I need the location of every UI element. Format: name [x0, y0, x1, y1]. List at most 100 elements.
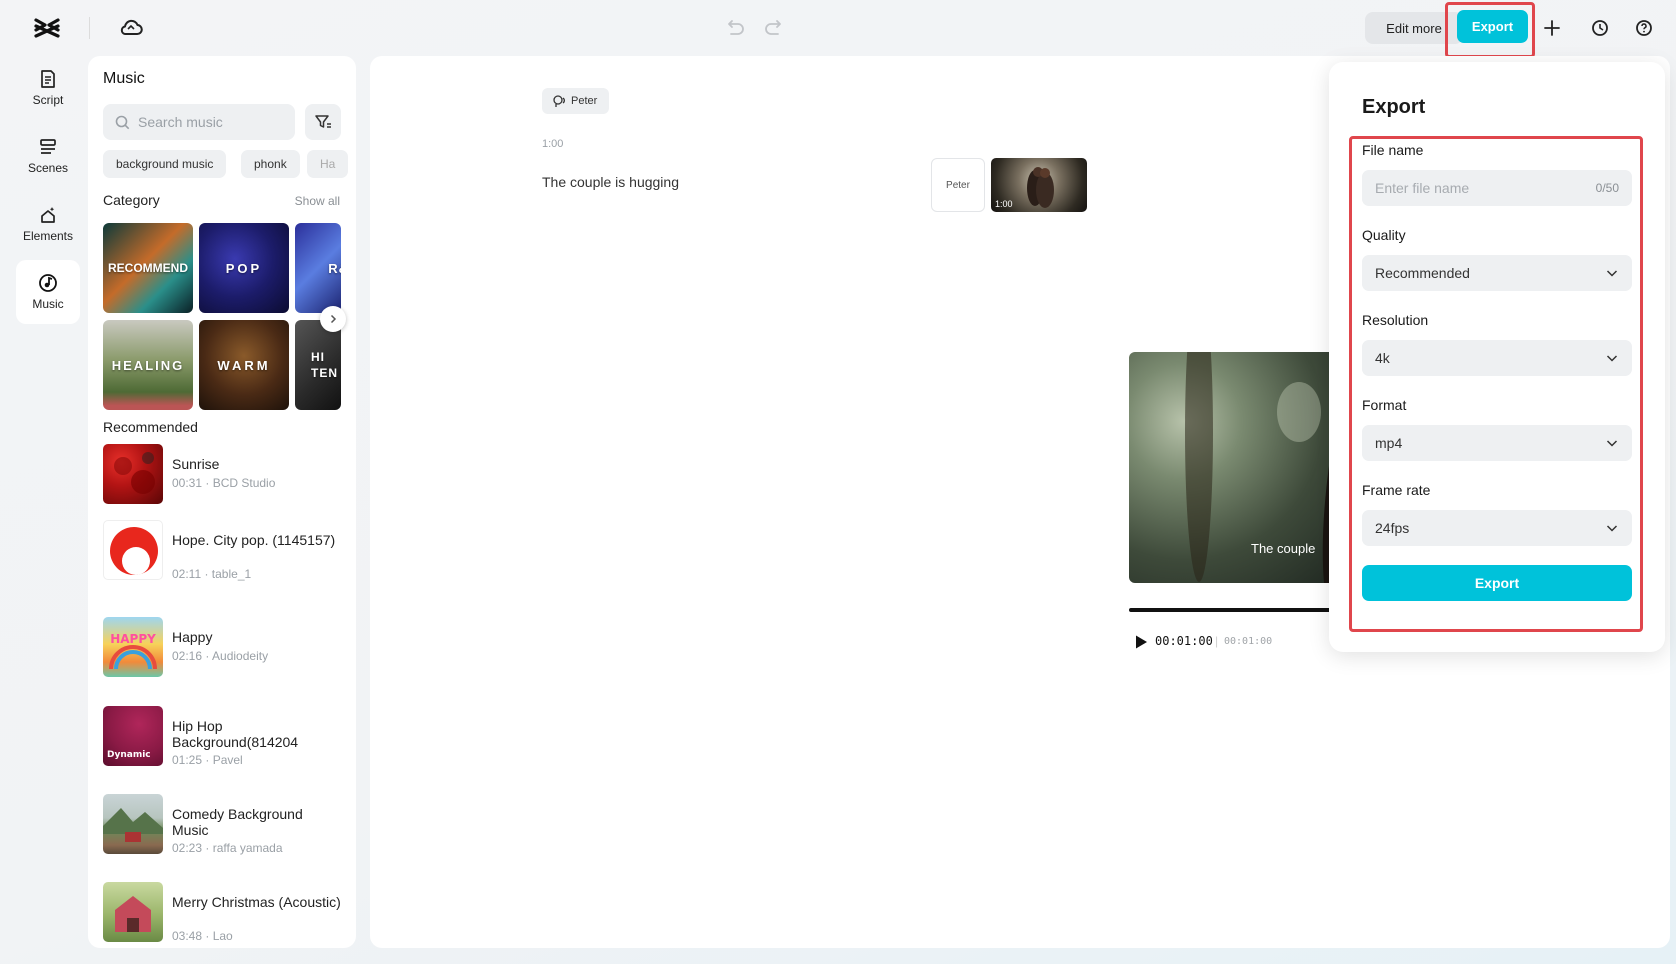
category-heading: Category	[103, 192, 160, 208]
category-label: WARM	[217, 357, 271, 373]
video-preview[interactable]: The couple	[1129, 352, 1349, 583]
quality-select[interactable]: Recommended	[1362, 255, 1632, 291]
track-name: Happy	[172, 629, 213, 645]
rail-item-elements[interactable]: Elements	[16, 192, 80, 256]
filter-button[interactable]	[305, 104, 341, 140]
chip-background-music[interactable]: background music	[103, 150, 227, 178]
rail-label: Music	[32, 297, 64, 311]
track-thumbnail	[103, 882, 163, 942]
track-thumbnail	[103, 444, 163, 504]
resolution-select[interactable]: 4k	[1362, 340, 1632, 376]
frame-rate-label: Frame rate	[1362, 482, 1431, 498]
speaker-tag[interactable]: Peter	[542, 88, 610, 114]
track-item[interactable]: HAPPY Happy 02:16 · Audiodeity	[103, 617, 343, 681]
rail-label: Elements	[22, 229, 74, 243]
chevron-right-icon[interactable]	[320, 306, 346, 332]
track-name: Merry Christmas (Acoustic)	[172, 894, 341, 910]
quality-label: Quality	[1362, 227, 1406, 243]
search-input[interactable]	[138, 114, 278, 130]
search-box[interactable]	[103, 104, 295, 140]
quality-value: Recommended	[1375, 265, 1470, 281]
track-item[interactable]: Comedy Background Music 02:23 · raffa ya…	[103, 794, 343, 858]
rail-label: Scenes	[27, 161, 69, 175]
category-label: HI TEN	[311, 350, 338, 380]
music-panel: Music background music phonk Ha Category…	[88, 56, 356, 948]
track-thumbnail: HAPPY	[103, 617, 163, 677]
chevron-down-icon	[1606, 270, 1618, 277]
track-meta: 02:23 · raffa yamada	[172, 841, 283, 855]
track-meta: 02:11 · table_1	[172, 567, 252, 581]
export-form-highlight	[1349, 136, 1643, 632]
rail-item-script[interactable]: Script	[16, 56, 80, 120]
clip-thumbnail[interactable]: 1:00	[991, 158, 1087, 212]
chevron-down-icon	[1606, 355, 1618, 362]
music-icon	[39, 274, 57, 292]
export-confirm-button[interactable]: Export	[1362, 565, 1632, 601]
track-item[interactable]: Dynamic Hip Hop Background(814204 01:25 …	[103, 706, 343, 770]
category-healing[interactable]: HEALING	[103, 320, 193, 410]
category-hi-ten[interactable]: HI TEN	[295, 320, 341, 410]
search-icon	[115, 115, 130, 129]
frame-rate-value: 24fps	[1375, 520, 1410, 536]
current-timecode: 00:01:00	[1155, 634, 1213, 648]
chip-phonk[interactable]: phonk	[241, 150, 300, 178]
category-recommend[interactable]: RECOMMEND	[103, 223, 193, 313]
voice-icon	[553, 95, 565, 107]
category-warm[interactable]: WARM	[199, 320, 289, 410]
track-meta: 00:31 · BCD Studio	[172, 476, 276, 490]
help-icon[interactable]	[1630, 14, 1658, 42]
total-timecode: 00:01:00	[1224, 636, 1273, 647]
category-pop[interactable]: POP	[199, 223, 289, 313]
track-meta: 02:16 · Audiodeity	[172, 649, 269, 663]
file-name-input[interactable]	[1375, 180, 1596, 196]
track-name: Hope. City pop. (1145157)	[172, 532, 336, 548]
playback-progress-bar[interactable]	[1129, 608, 1339, 612]
track-item[interactable]: Sunrise 00:31 · BCD Studio	[103, 444, 343, 508]
dynamic-thumb-text: Dynamic	[107, 750, 151, 760]
track-thumbnail: Dynamic	[103, 706, 163, 766]
frame-rate-select[interactable]: 24fps	[1362, 510, 1632, 546]
panel-title: Music	[103, 70, 145, 87]
undo-icon[interactable]	[721, 15, 747, 41]
category-rb[interactable]: R&	[295, 223, 341, 313]
export-button-highlight	[1445, 2, 1535, 58]
track-meta: 03:48 · Lao	[172, 929, 233, 943]
track-name: Sunrise	[172, 456, 220, 472]
show-all-link[interactable]: Show all	[295, 194, 340, 208]
redo-icon[interactable]	[762, 15, 788, 41]
speaker-card[interactable]: Peter	[931, 158, 985, 212]
track-item[interactable]: Merry Christmas (Acoustic) 03:48 · Lao	[103, 882, 343, 946]
divider	[89, 17, 90, 39]
timecode-separator: |	[1215, 634, 1219, 648]
rail-item-music[interactable]: Music	[16, 260, 80, 324]
category-label: HEALING	[111, 357, 185, 373]
plus-icon[interactable]	[1538, 14, 1566, 42]
file-name-field[interactable]: 0/50	[1362, 170, 1632, 206]
rail-item-scenes[interactable]: Scenes	[16, 124, 80, 188]
recommended-heading: Recommended	[103, 419, 198, 435]
resolution-value: 4k	[1375, 350, 1390, 366]
category-label: RECOMMEND	[108, 261, 188, 275]
cloud-icon[interactable]	[118, 15, 144, 41]
elements-icon	[41, 207, 55, 223]
track-thumbnail	[103, 520, 163, 580]
track-name: Hip Hop Background(814204	[172, 718, 299, 750]
clip-duration: 1:00	[995, 199, 1013, 209]
happy-thumb-text: HAPPY	[110, 632, 156, 646]
chip-ha[interactable]: Ha	[307, 150, 349, 178]
track-item[interactable]: Hope. City pop. (1145157) 02:11 · table_…	[103, 520, 343, 584]
chevron-down-icon	[1606, 525, 1618, 532]
dialog-title: Export	[1362, 96, 1426, 118]
history-icon[interactable]	[1586, 14, 1614, 42]
capcut-logo-icon[interactable]	[33, 15, 61, 41]
rail-label: Script	[32, 93, 64, 107]
resolution-label: Resolution	[1362, 312, 1429, 328]
play-icon[interactable]	[1132, 633, 1150, 651]
chevron-down-icon	[1606, 440, 1618, 447]
track-meta: 01:25 · Pavel	[172, 753, 243, 767]
scene-caption[interactable]: The couple is hugging	[542, 174, 679, 190]
speaker-name: Peter	[571, 95, 598, 107]
export-dialog: Export File name 0/50 Quality Recommende…	[1329, 62, 1665, 652]
format-select[interactable]: mp4	[1362, 425, 1632, 461]
script-icon	[41, 70, 55, 88]
